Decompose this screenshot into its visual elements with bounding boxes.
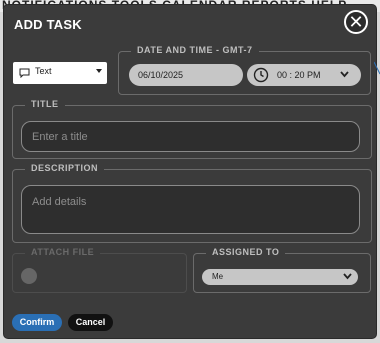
- assigned-to-select[interactable]: Me: [202, 269, 358, 285]
- dialog-title: ADD TASK: [14, 17, 82, 32]
- date-time-legend: DATE AND TIME - GMT-7: [131, 45, 259, 55]
- cancel-button[interactable]: Cancel: [68, 314, 113, 331]
- paperclip-icon[interactable]: [21, 268, 37, 284]
- date-value: 06/10/2025: [138, 70, 184, 80]
- chat-icon: [19, 68, 30, 78]
- description-group: DESCRIPTION Add details: [12, 163, 372, 243]
- attach-file-legend: ATTACH FILE: [25, 247, 101, 257]
- close-button[interactable]: ✕: [344, 10, 368, 34]
- date-input[interactable]: 06/10/2025: [129, 64, 243, 86]
- confirm-button[interactable]: Confirm: [12, 314, 62, 331]
- chevron-down-icon: [96, 69, 102, 73]
- chevron-down-icon: [340, 71, 349, 78]
- assigned-to-legend: ASSIGNED TO: [206, 247, 286, 257]
- time-value: 00 : 20 PM: [277, 70, 321, 80]
- clock-icon: [253, 67, 269, 83]
- title-legend: TITLE: [25, 99, 65, 109]
- add-task-dialog: ADD TASK ✕ Text DATE AND TIME - GMT-7 06…: [4, 5, 376, 338]
- task-type-select[interactable]: Text: [13, 62, 107, 84]
- task-type-value: Text: [35, 66, 52, 76]
- description-textarea[interactable]: Add details: [21, 185, 360, 234]
- description-legend: DESCRIPTION: [25, 163, 105, 173]
- chevron-down-icon: [343, 273, 352, 280]
- background-decoration: [374, 61, 380, 75]
- title-group: TITLE Enter a title: [12, 99, 372, 159]
- close-icon: ✕: [348, 12, 364, 32]
- assigned-to-value: Me: [212, 272, 224, 281]
- time-select[interactable]: 00 : 20 PM: [247, 64, 361, 86]
- title-input[interactable]: Enter a title: [21, 121, 360, 152]
- attach-file-group: ATTACH FILE: [12, 247, 187, 293]
- description-placeholder: Add details: [32, 196, 87, 208]
- date-time-group: DATE AND TIME - GMT-7 06/10/2025 00 : 20…: [118, 45, 371, 95]
- title-placeholder: Enter a title: [32, 131, 88, 143]
- assigned-to-group: ASSIGNED TO Me: [193, 247, 371, 293]
